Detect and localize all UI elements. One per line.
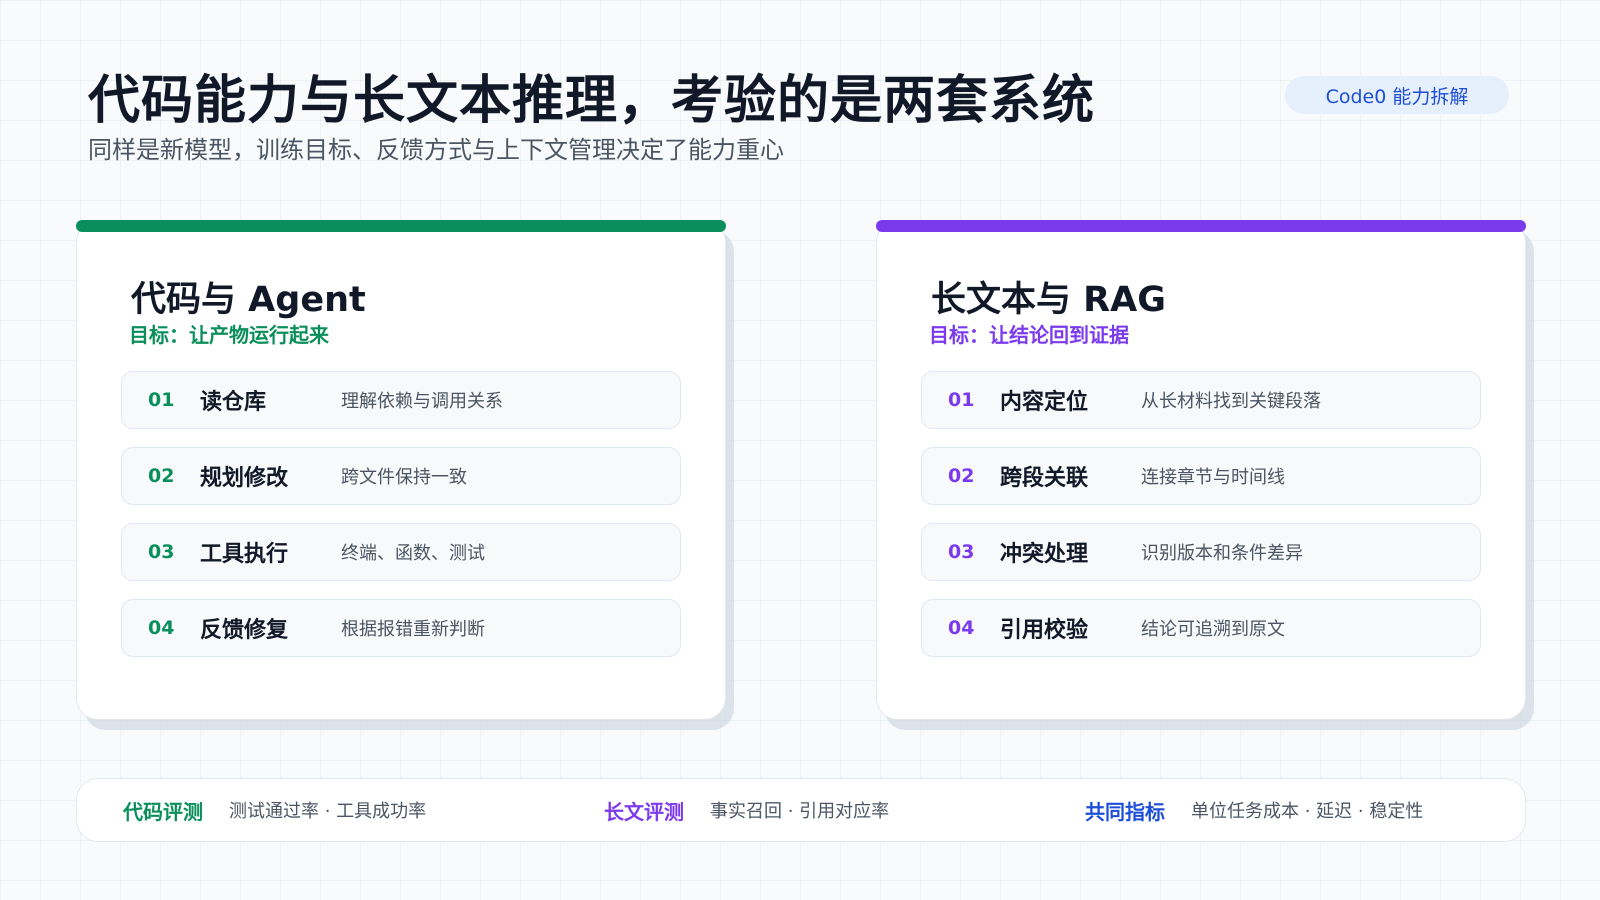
step-description: 识别版本和条件差异 [1141, 543, 1303, 564]
step-number: 02 [148, 465, 175, 487]
step-name: 引用校验 [1000, 618, 1089, 643]
page-title: 代码能力与长文本推理，考验的是两套系统 [88, 71, 1096, 131]
step-description: 终端、函数、测试 [341, 543, 485, 564]
step-item: 04 反馈修复 根据报错重新判断 [121, 599, 681, 657]
step-item: 03 工具执行 终端、函数、测试 [121, 523, 681, 581]
step-description: 结论可追溯到原文 [1141, 619, 1285, 640]
step-list: 01 内容定位 从长材料找到关键段落 02 跨段关联 连接章节与时间线 03 冲… [921, 371, 1481, 675]
step-name: 冲突处理 [1000, 542, 1089, 567]
metric-label: 代码评测 [123, 799, 203, 824]
metrics-footer: 代码评测 测试通过率 · 工具成功率 长文评测 事实召回 · 引用对应率 共同指… [76, 778, 1526, 842]
step-item: 01 读仓库 理解依赖与调用关系 [121, 371, 681, 429]
metric-label: 共同指标 [1085, 799, 1165, 824]
metric-common: 共同指标 单位任务成本 · 延迟 · 稳定性 [1085, 779, 1423, 841]
step-description: 连接章节与时间线 [1141, 467, 1285, 488]
metric-value: 单位任务成本 · 延迟 · 稳定性 [1191, 801, 1424, 822]
metric-code: 代码评测 测试通过率 · 工具成功率 [123, 779, 426, 841]
metric-value: 事实召回 · 引用对应率 [710, 801, 890, 822]
step-description: 从长材料找到关键段落 [1141, 391, 1321, 412]
step-item: 01 内容定位 从长材料找到关键段落 [921, 371, 1481, 429]
step-number: 04 [148, 617, 175, 639]
step-name: 跨段关联 [1000, 466, 1089, 491]
page-subtitle: 同样是新模型，训练目标、反馈方式与上下文管理决定了能力重心 [88, 136, 784, 164]
card-title: 长文本与 RAG [931, 280, 1166, 320]
metric-label: 长文评测 [604, 799, 684, 824]
card-accent-bar [76, 220, 726, 232]
step-name: 工具执行 [200, 542, 289, 567]
card-long-text-rag: 长文本与 RAG 目标：让结论回到证据 01 内容定位 从长材料找到关键段落 0… [876, 220, 1526, 720]
step-name: 规划修改 [200, 466, 289, 491]
step-name: 内容定位 [1000, 390, 1089, 415]
step-item: 02 规划修改 跨文件保持一致 [121, 447, 681, 505]
step-number: 04 [948, 617, 975, 639]
card-goal: 目标：让产物运行起来 [129, 323, 329, 347]
step-number: 03 [948, 541, 975, 563]
step-name: 读仓库 [200, 390, 267, 415]
step-description: 根据报错重新判断 [341, 619, 485, 640]
card-title: 代码与 Agent [131, 280, 366, 320]
step-number: 01 [148, 389, 175, 411]
metric-long-text: 长文评测 事实召回 · 引用对应率 [604, 779, 889, 841]
step-item: 04 引用校验 结论可追溯到原文 [921, 599, 1481, 657]
step-number: 03 [148, 541, 175, 563]
step-number: 02 [948, 465, 975, 487]
card-code-agent: 代码与 Agent 目标：让产物运行起来 01 读仓库 理解依赖与调用关系 02… [76, 220, 726, 720]
step-name: 反馈修复 [200, 618, 289, 643]
topic-badge: Code0 能力拆解 [1285, 76, 1509, 114]
step-item: 02 跨段关联 连接章节与时间线 [921, 447, 1481, 505]
card-accent-bar [876, 220, 1526, 232]
card-goal: 目标：让结论回到证据 [929, 323, 1129, 347]
metric-value: 测试通过率 · 工具成功率 [229, 801, 427, 822]
step-list: 01 读仓库 理解依赖与调用关系 02 规划修改 跨文件保持一致 03 工具执行… [121, 371, 681, 675]
step-description: 理解依赖与调用关系 [341, 391, 503, 412]
step-description: 跨文件保持一致 [341, 467, 467, 488]
step-number: 01 [948, 389, 975, 411]
step-item: 03 冲突处理 识别版本和条件差异 [921, 523, 1481, 581]
